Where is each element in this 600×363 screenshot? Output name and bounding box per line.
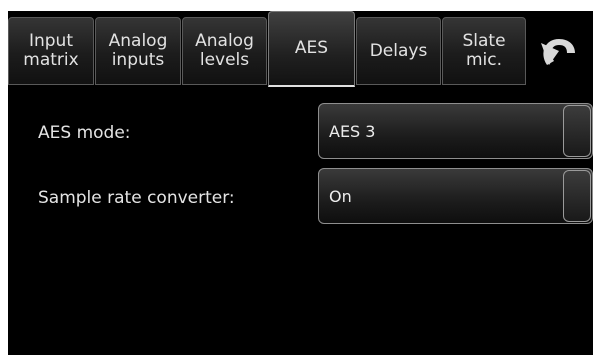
aes-mode-label: AES mode: — [38, 123, 131, 143]
tab-aes[interactable]: AES — [268, 11, 355, 87]
tab-delays[interactable]: Delays — [356, 17, 441, 85]
tab-analog-inputs[interactable]: Analog inputs — [95, 17, 181, 85]
tab-input-matrix[interactable]: Input matrix — [8, 17, 94, 85]
screen: Input matrix Analog inputs Analog levels… — [8, 11, 593, 355]
back-button[interactable] — [527, 17, 593, 85]
tab-bar: Input matrix Analog inputs Analog levels… — [8, 11, 593, 91]
aes-mode-value: AES 3 — [329, 122, 376, 141]
tab-analog-levels[interactable]: Analog levels — [182, 17, 267, 85]
aes-mode-dropdown-button[interactable] — [563, 105, 591, 157]
sample-rate-converter-dropdown-button[interactable] — [563, 170, 591, 222]
sample-rate-converter-label: Sample rate converter: — [38, 188, 235, 208]
tab-slate-mic[interactable]: Slate mic. — [442, 17, 526, 85]
undo-arrow-icon — [541, 39, 575, 65]
aes-mode-dropdown[interactable]: AES 3 — [318, 103, 593, 159]
sample-rate-converter-value: On — [329, 187, 352, 206]
sample-rate-converter-dropdown[interactable]: On — [318, 168, 593, 224]
